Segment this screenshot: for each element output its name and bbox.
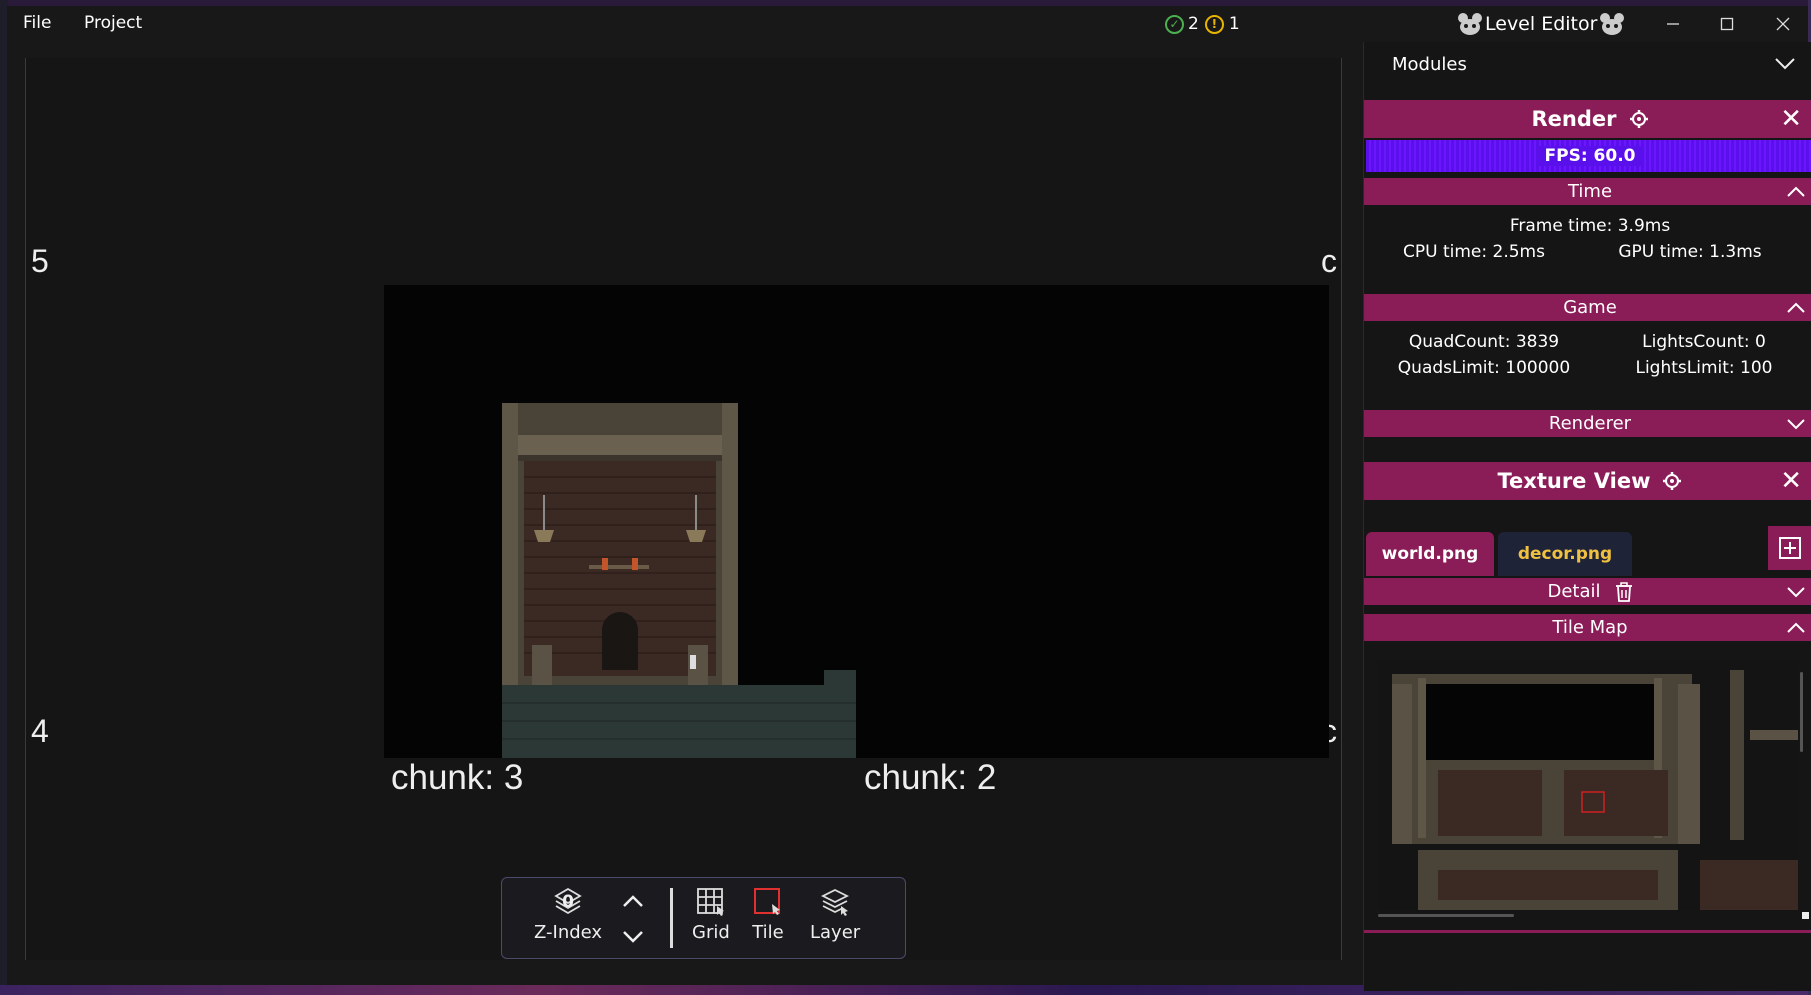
gear-icon[interactable] xyxy=(1629,109,1649,129)
app-logo-icon xyxy=(1458,13,1482,35)
chunk-label-2: chunk: 2 xyxy=(864,758,997,797)
render-header: Render ✕ xyxy=(1364,100,1811,138)
game-section-header[interactable]: Game xyxy=(1364,294,1811,321)
time-title: Time xyxy=(1567,181,1613,202)
close-window-button[interactable] xyxy=(1768,11,1798,37)
chevron-down-icon xyxy=(1775,58,1795,70)
modules-panel: Modules Render ✕ FPS: 60.0 Time Frame ti… xyxy=(1363,42,1811,991)
chevron-down-icon xyxy=(1787,419,1805,430)
fps-graph: FPS: 60.0 xyxy=(1366,140,1811,172)
tilemap-horizontal-scrollbar[interactable] xyxy=(1378,914,1514,917)
chevron-up-icon xyxy=(1787,302,1805,313)
time-section-header[interactable]: Time xyxy=(1364,178,1811,205)
frame-time: Frame time: 3.9ms xyxy=(1509,216,1671,236)
game-title: Game xyxy=(1563,297,1617,318)
tab-decor-png[interactable]: decor.png xyxy=(1498,532,1632,576)
chevron-up-icon[interactable] xyxy=(620,890,646,912)
texture-tabs: world.png decor.png xyxy=(1364,522,1811,576)
app-logo-right-icon xyxy=(1600,13,1625,35)
edge-chunk-label-left-bottom: 4 xyxy=(31,713,49,749)
tile-label: Tile xyxy=(752,922,784,943)
warning-count: 1 xyxy=(1228,14,1240,34)
zindex-tool[interactable]: 0 Z-Index xyxy=(534,886,602,943)
tile-map-title: Tile Map xyxy=(1552,617,1628,638)
edge-chunk-label-left-top: 5 xyxy=(31,243,49,279)
chevron-up-icon xyxy=(1787,622,1805,633)
chevron-down-icon xyxy=(1787,587,1805,598)
texture-view-header: Texture View ✕ xyxy=(1364,462,1811,500)
chevron-up-icon xyxy=(1787,186,1805,197)
tile-map-view[interactable] xyxy=(1378,660,1798,910)
zindex-label: Z-Index xyxy=(534,922,603,943)
minimize-icon xyxy=(1667,23,1679,25)
tile-select-icon xyxy=(754,888,780,915)
gpu-time: GPU time: 1.3ms xyxy=(1618,242,1762,262)
menu-file[interactable]: File xyxy=(23,13,51,33)
chevron-down-icon[interactable] xyxy=(620,926,646,948)
edge-chunk-label-right-top: c xyxy=(1321,243,1337,279)
tile-map-section-header[interactable]: Tile Map xyxy=(1364,614,1811,641)
check-circle-icon: ✓ xyxy=(1165,14,1184,34)
close-icon xyxy=(1776,17,1790,31)
app-title-area: Level Editor xyxy=(1455,10,1627,38)
trash-icon[interactable] xyxy=(1615,581,1633,602)
render-title: Render xyxy=(1531,107,1617,131)
layer-stack-icon xyxy=(821,888,850,916)
zindex-value: 0 xyxy=(562,892,574,912)
menu-project[interactable]: Project xyxy=(84,13,142,33)
level-viewport[interactable]: 5 4 c c chunk: 3 chunk: 2 0 Z-Index Grid… xyxy=(25,58,1342,960)
tower-building-tiles xyxy=(502,403,856,758)
grid-icon xyxy=(696,888,724,916)
panel-bottom-divider xyxy=(1364,930,1811,933)
renderer-title: Renderer xyxy=(1548,413,1632,434)
resize-handle[interactable] xyxy=(1802,912,1809,919)
renderer-section-header[interactable]: Renderer xyxy=(1364,410,1811,437)
grid-tool[interactable]: Grid xyxy=(692,886,730,943)
maximize-icon xyxy=(1720,17,1734,31)
tile-tool[interactable]: Tile xyxy=(752,886,784,943)
modules-dropdown[interactable]: Modules xyxy=(1372,46,1810,82)
lights-limit: LightsLimit: 100 xyxy=(1635,358,1773,378)
cpu-time: CPU time: 2.5ms xyxy=(1403,242,1545,262)
editor-toolbar: 0 Z-Index Grid Tile Layer xyxy=(501,877,906,959)
zindex-stepper[interactable] xyxy=(620,890,646,948)
modules-label: Modules xyxy=(1392,53,1467,75)
layer-label: Layer xyxy=(810,922,861,943)
tilemap-vertical-scrollbar[interactable] xyxy=(1800,672,1803,752)
toolbar-separator xyxy=(670,888,673,948)
gear-icon[interactable] xyxy=(1662,471,1682,491)
fps-value: FPS: 60.0 xyxy=(1538,146,1642,166)
app-title: Level Editor xyxy=(1485,13,1598,35)
title-bar: File Project ✓ 2 ! 1 Level Editor xyxy=(7,6,1808,42)
tab-world-png[interactable]: world.png xyxy=(1366,532,1494,576)
chunk-canvas[interactable] xyxy=(384,285,1329,758)
chunk-label-3: chunk: 3 xyxy=(391,758,524,797)
maximize-button[interactable] xyxy=(1712,11,1742,37)
add-square-icon xyxy=(1779,537,1801,559)
close-texture-view-button[interactable]: ✕ xyxy=(1780,466,1802,496)
minimize-button[interactable] xyxy=(1658,11,1688,37)
quad-count: QuadCount: 3839 xyxy=(1408,332,1560,352)
close-render-button[interactable]: ✕ xyxy=(1780,104,1802,134)
detail-title: Detail xyxy=(1547,581,1601,602)
ok-count: 2 xyxy=(1188,14,1199,34)
tileset-image xyxy=(1378,660,1798,910)
grid-label: Grid xyxy=(692,922,730,943)
detail-section-header[interactable]: Detail xyxy=(1364,578,1811,605)
layer-tool[interactable]: Layer xyxy=(810,886,860,943)
quads-limit: QuadsLimit: 100000 xyxy=(1397,358,1571,378)
texture-view-title: Texture View xyxy=(1497,469,1651,493)
status-indicators[interactable]: ✓ 2 ! 1 xyxy=(1165,12,1240,36)
level-editor-window: File Project ✓ 2 ! 1 Level Editor 5 4 c … xyxy=(7,6,1811,991)
add-texture-button[interactable] xyxy=(1768,526,1811,570)
warning-circle-icon: ! xyxy=(1204,14,1224,34)
lights-count: LightsCount: 0 xyxy=(1642,332,1766,352)
